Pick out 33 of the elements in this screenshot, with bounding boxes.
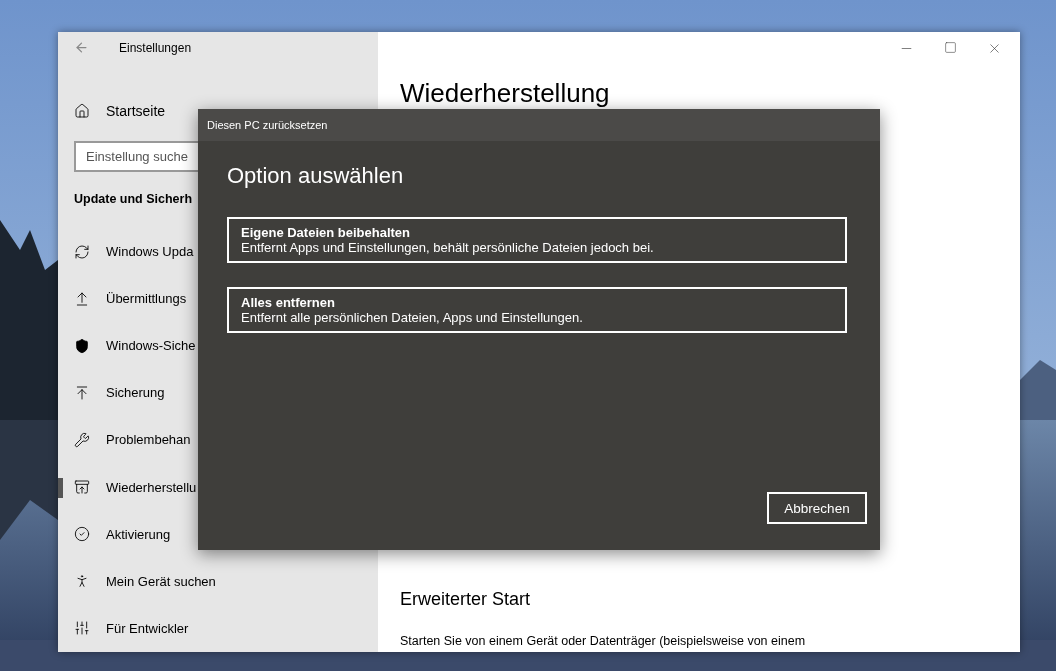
nav-item[interactable]: Startseite bbox=[106, 102, 166, 119]
check-circle-icon bbox=[74, 526, 90, 543]
nav-item[interactable]: Sicherung bbox=[106, 385, 165, 401]
refresh-icon bbox=[74, 243, 90, 260]
nav-item[interactable]: Für Entwickler bbox=[106, 620, 189, 636]
section-heading: Erweiterter Start bbox=[400, 589, 532, 610]
restore-icon bbox=[74, 479, 90, 496]
arrow-up-icon bbox=[74, 384, 90, 401]
upload-tray-icon bbox=[74, 290, 90, 307]
dialog-heading: Option auswählen bbox=[227, 163, 405, 189]
maximize-icon[interactable] bbox=[944, 41, 957, 54]
sliders-icon bbox=[74, 620, 90, 637]
home-icon bbox=[74, 102, 90, 119]
description-text: Starten Sie von einem Gerät oder Datenträger (beispielsweise von einem bbox=[400, 634, 807, 648]
page-heading: Wiederherstellung bbox=[400, 78, 611, 109]
nav-item[interactable]: Windows-Siche bbox=[106, 338, 196, 354]
dialog-title: Diesen PC zurücksetzen bbox=[207, 119, 328, 131]
person-icon bbox=[74, 573, 90, 590]
cancel-button[interactable]: Abbrechen bbox=[767, 492, 867, 524]
nav-item[interactable]: Aktivierung bbox=[106, 526, 171, 542]
nav-item[interactable]: Mein Gerät suchen bbox=[106, 573, 216, 589]
shield-icon bbox=[74, 337, 90, 354]
option-button[interactable]: Alles entfernen Entfernt alle persönlichen Dateien, Apps und Einstellungen. bbox=[227, 287, 847, 333]
window-title: Einstellungen bbox=[119, 40, 192, 55]
nav-item[interactable]: Windows Upda bbox=[106, 244, 194, 260]
nav-item[interactable]: Wiederherstellu bbox=[106, 479, 197, 495]
back-icon[interactable] bbox=[74, 40, 89, 56]
section-heading: Update und Sicherh bbox=[74, 192, 194, 206]
close-icon[interactable] bbox=[987, 41, 1002, 56]
nav-item[interactable]: Problembehan bbox=[106, 432, 191, 448]
option-button[interactable]: Eigene Dateien beibehalten Entfernt Apps und Einstellungen, behält persönliche Dateien jedoch bei. bbox=[227, 217, 847, 263]
wrench-icon bbox=[74, 432, 90, 448]
nav-item[interactable]: Übermittlungs bbox=[106, 291, 187, 307]
